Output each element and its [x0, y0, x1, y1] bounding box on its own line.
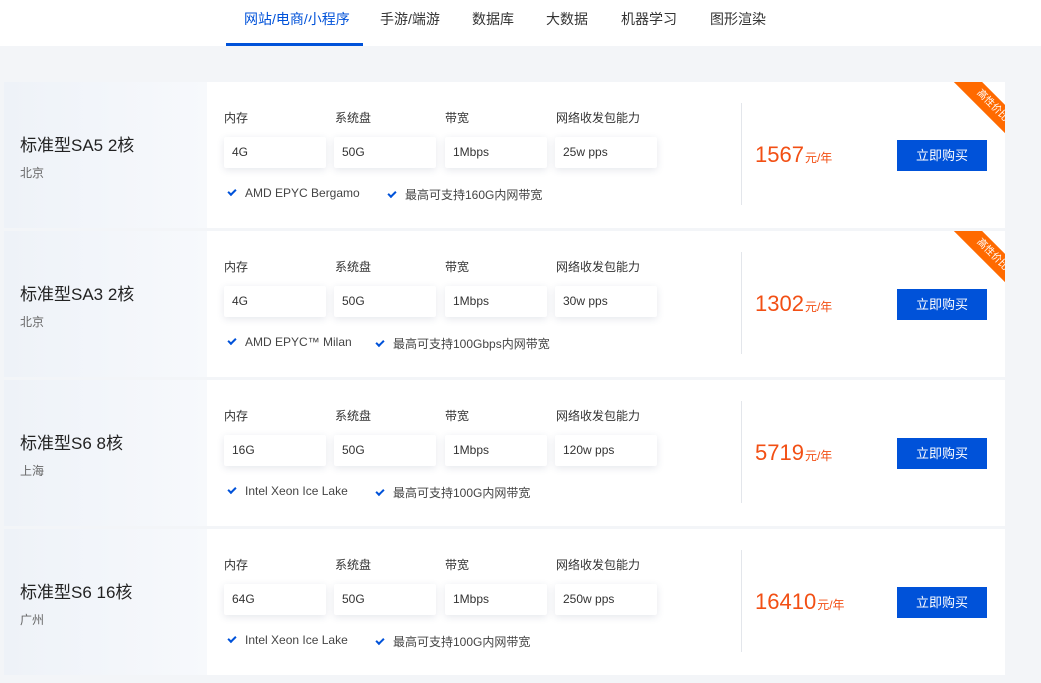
bandwidth-label: 带宽: [445, 111, 470, 125]
memory-label: 内存: [224, 111, 249, 125]
buy-now-button[interactable]: 立即购买: [897, 140, 987, 171]
price-divider: [741, 401, 742, 503]
feature-cpu: AMD EPYC™ Milan: [227, 335, 352, 349]
value-badge-label: 高性价比: [950, 231, 1005, 293]
product-region: 上海: [20, 464, 45, 478]
check-icon: [375, 635, 385, 646]
pps-label: 网络收发包能力: [556, 558, 641, 572]
value-badge: 高性价比: [942, 231, 1005, 293]
memory-label: 内存: [224, 409, 249, 423]
bandwidth-label: 带宽: [445, 409, 470, 423]
tab-machine-learning[interactable]: 机器学习: [621, 0, 677, 46]
check-icon: [227, 633, 237, 644]
memory-label: 内存: [224, 558, 249, 572]
product-price: 1567元/年: [755, 142, 833, 167]
product-summary: 标准型SA3 2核 北京: [4, 231, 207, 377]
memory-value: 4G: [224, 286, 326, 317]
check-icon: [375, 337, 385, 348]
product-summary: 标准型SA5 2核 北京: [4, 82, 207, 228]
tab-website-ecommerce[interactable]: 网站/电商/小程序: [244, 0, 350, 46]
product-price: 16410元/年: [755, 589, 845, 614]
product-region: 广州: [20, 613, 45, 627]
product-card: 标准型SA3 2核 北京 内存 系统盘 带宽 网络收发包能力 4G 50G 1M…: [4, 231, 1005, 377]
check-icon: [227, 335, 237, 346]
feature-network: 最高可支持100Gbps内网带宽: [375, 335, 550, 352]
product-card: 标准型S6 16核 广州 内存 系统盘 带宽 网络收发包能力 64G 50G 1…: [4, 529, 1005, 675]
product-region: 北京: [20, 166, 45, 180]
tab-graphics-rendering[interactable]: 图形渲染: [710, 0, 766, 46]
tab-mobile-games[interactable]: 手游/端游: [380, 0, 440, 46]
memory-label: 内存: [224, 260, 249, 274]
pps-label: 网络收发包能力: [556, 409, 641, 423]
disk-label: 系统盘: [335, 558, 372, 572]
buy-now-button[interactable]: 立即购买: [897, 587, 987, 618]
product-title: 标准型SA3 2核: [20, 285, 135, 304]
disk-value: 50G: [334, 286, 436, 317]
buy-now-button[interactable]: 立即购买: [897, 438, 987, 469]
bandwidth-label: 带宽: [445, 558, 470, 572]
disk-value: 50G: [334, 435, 436, 466]
product-card: 标准型SA5 2核 北京 内存 系统盘 带宽 网络收发包能力 4G 50G 1M…: [4, 82, 1005, 228]
check-icon: [227, 484, 237, 495]
active-tab-underline: [226, 43, 363, 46]
bandwidth-value: 1Mbps: [445, 137, 547, 168]
disk-value: 50G: [334, 584, 436, 615]
product-price: 1302元/年: [755, 291, 833, 316]
pps-value: 25w pps: [555, 137, 657, 168]
check-icon: [227, 186, 237, 197]
memory-value: 64G: [224, 584, 326, 615]
feature-cpu: Intel Xeon Ice Lake: [227, 484, 348, 498]
memory-value: 4G: [224, 137, 326, 168]
feature-cpu: Intel Xeon Ice Lake: [227, 633, 348, 647]
product-summary: 标准型S6 8核 上海: [4, 380, 207, 526]
feature-network: 最高可支持100G内网带宽: [375, 633, 530, 650]
memory-value: 16G: [224, 435, 326, 466]
pps-value: 120w pps: [555, 435, 657, 466]
product-title: 标准型SA5 2核: [20, 136, 135, 155]
feature-cpu: AMD EPYC Bergamo: [227, 186, 360, 200]
product-title: 标准型S6 16核: [20, 583, 133, 602]
disk-label: 系统盘: [335, 111, 372, 125]
product-card: 标准型S6 8核 上海 内存 系统盘 带宽 网络收发包能力 16G 50G 1M…: [4, 380, 1005, 526]
check-icon: [387, 188, 397, 199]
value-badge-label: 高性价比: [950, 82, 1005, 144]
pps-value: 30w pps: [555, 286, 657, 317]
feature-network: 最高可支持100G内网带宽: [375, 484, 530, 501]
buy-now-button[interactable]: 立即购买: [897, 289, 987, 320]
pps-label: 网络收发包能力: [556, 111, 641, 125]
disk-label: 系统盘: [335, 409, 372, 423]
price-divider: [741, 550, 742, 652]
disk-value: 50G: [334, 137, 436, 168]
price-divider: [741, 252, 742, 354]
category-tab-bar: 网站/电商/小程序 手游/端游 数据库 大数据 机器学习 图形渲染: [0, 0, 1041, 46]
disk-label: 系统盘: [335, 260, 372, 274]
product-summary: 标准型S6 16核 广州: [4, 529, 207, 675]
pps-value: 250w pps: [555, 584, 657, 615]
bandwidth-value: 1Mbps: [445, 584, 547, 615]
value-badge: 高性价比: [942, 82, 1005, 144]
bandwidth-value: 1Mbps: [445, 286, 547, 317]
pps-label: 网络收发包能力: [556, 260, 641, 274]
feature-network: 最高可支持160G内网带宽: [387, 186, 542, 203]
tab-database[interactable]: 数据库: [472, 0, 514, 46]
product-price: 5719元/年: [755, 440, 833, 465]
product-title: 标准型S6 8核: [20, 434, 123, 453]
bandwidth-label: 带宽: [445, 260, 470, 274]
product-region: 北京: [20, 315, 45, 329]
bandwidth-value: 1Mbps: [445, 435, 547, 466]
price-divider: [741, 103, 742, 205]
check-icon: [375, 486, 385, 497]
tab-big-data[interactable]: 大数据: [546, 0, 588, 46]
